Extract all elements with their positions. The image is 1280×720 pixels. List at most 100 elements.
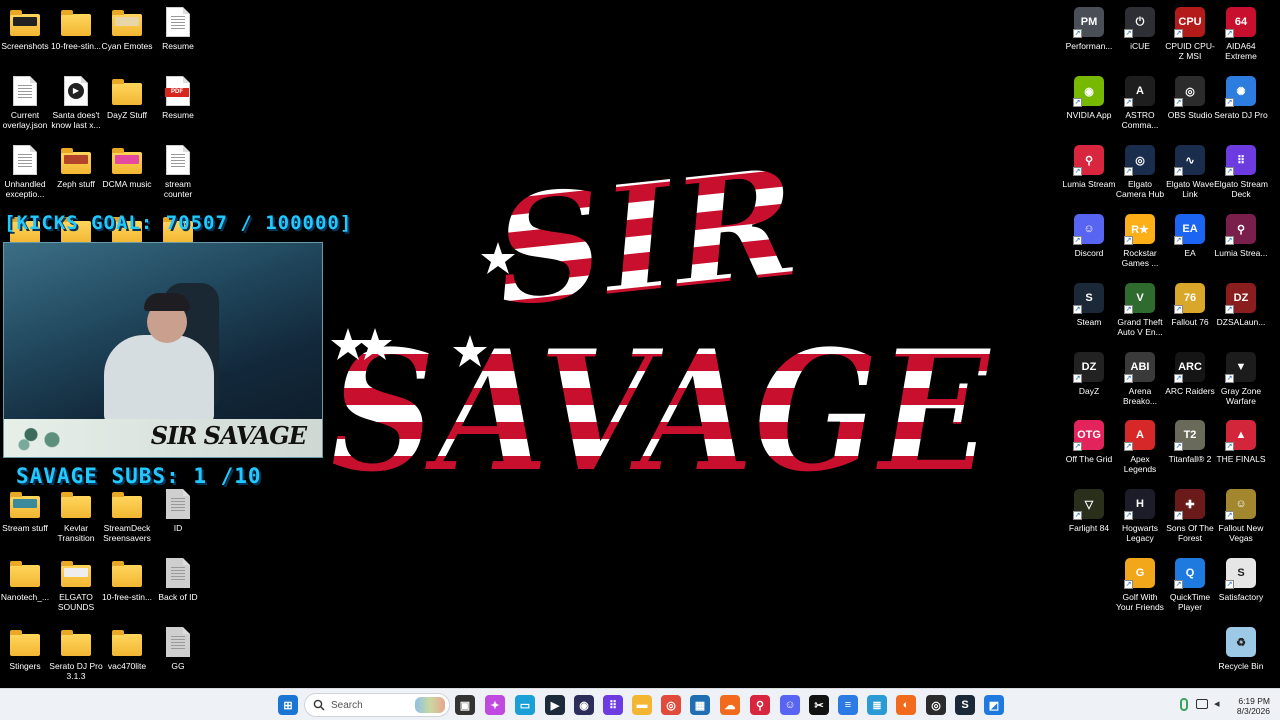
desktop-icon-streamdeck-sreensavers[interactable]: StreamDeck Sreensavers <box>102 488 152 543</box>
desktop-shortcut-arena-breako[interactable]: ABI ↗ Arena Breako... <box>1115 351 1165 406</box>
desktop-shortcut-dzsalaun[interactable]: DZ ↗ DZSALaun... <box>1216 282 1266 327</box>
desktop-icon-vac470lite[interactable]: vac470lite <box>102 626 152 671</box>
chrome-icon[interactable]: ◎ <box>661 695 681 715</box>
desktop-icon-current-overlay-json[interactable]: Current overlay.json <box>0 75 50 130</box>
desktop-icon-gg[interactable]: GG <box>153 626 203 671</box>
desktop-icon-nanotech[interactable]: Nanotech_... <box>0 557 50 602</box>
desktop-shortcut-quicktime-player[interactable]: Q ↗ QuickTime Player <box>1165 557 1215 612</box>
desktop-shortcut-lumia-stream[interactable]: ⚲ ↗ Lumia Stream <box>1063 144 1115 189</box>
desktop-shortcut-elgato-camera-hub[interactable]: ◎ ↗ Elgato Camera Hub <box>1115 144 1165 199</box>
desktop-shortcut-astro-comma[interactable]: A ↗ ASTRO Comma... <box>1115 75 1165 130</box>
desktop-shortcut-label: Elgato Wave Link <box>1166 179 1214 199</box>
desktop-icon-id[interactable]: ID <box>153 488 203 533</box>
image-file-icon <box>162 626 194 658</box>
media-player-icon[interactable]: ▶ <box>545 695 565 715</box>
desktop-icon-stream-counter[interactable]: stream counter <box>153 144 203 199</box>
desktop-shortcut-cpuid-cpu-z-msi[interactable]: CPU ↗ CPUID CPU-Z MSI <box>1165 6 1215 61</box>
desktop-shortcut-label: Sons Of The Forest <box>1166 523 1214 543</box>
desktop-shortcut-arc-raiders[interactable]: ARC ↗ ARC Raiders <box>1165 351 1215 396</box>
desktop-shortcut-elgato-stream-deck[interactable]: ⠿ ↗ Elgato Stream Deck <box>1214 144 1268 199</box>
desktop-shortcut-aida64-extreme[interactable]: 64 ↗ AIDA64 Extreme <box>1216 6 1266 61</box>
desktop-shortcut-obs-studio[interactable]: ◎ ↗ OBS Studio <box>1165 75 1215 120</box>
lumia-icon[interactable]: ⚲ <box>750 695 770 715</box>
audio-icon[interactable]: ◐ <box>896 695 916 715</box>
desktop-shortcut-the-finals[interactable]: ▲ ↗ THE FINALS <box>1216 419 1266 464</box>
desktop-icon-serato-dj-pro-3-1-3[interactable]: Serato DJ Pro 3.1.3 <box>49 626 103 681</box>
desktop-icon-back-of-id[interactable]: Back of ID <box>153 557 203 602</box>
desktop-shortcut-performan[interactable]: PM ↗ Performan... <box>1064 6 1114 51</box>
copilot-icon[interactable]: ✦ <box>485 695 505 715</box>
desktop-shortcut-gray-zone-warfare[interactable]: ▼ ↗ Gray Zone Warfare <box>1216 351 1266 406</box>
tray-network-icon[interactable] <box>1196 699 1208 709</box>
desktop-shortcut-farlight-84[interactable]: ▽ ↗ Farlight 84 <box>1064 488 1114 533</box>
desktop-app-icon[interactable]: ▦ <box>690 695 710 715</box>
capture-icon[interactable]: ◉ <box>574 695 594 715</box>
desktop-icon-elgato-sounds[interactable]: ELGATO SOUNDS <box>51 557 101 612</box>
desktop-shortcut-satisfactory[interactable]: S ↗ Satisfactory <box>1216 557 1266 602</box>
notepad-icon[interactable]: ≣ <box>867 695 887 715</box>
shortcut-arrow-icon: ↗ <box>1225 29 1234 38</box>
desktop-shortcut-hogwarts-legacy[interactable]: H ↗ Hogwarts Legacy <box>1115 488 1165 543</box>
desktop-shortcut-dayz[interactable]: DZ ↗ DayZ <box>1064 351 1114 396</box>
stream-deck-icon[interactable]: ⠿ <box>603 695 623 715</box>
desktop-icon-10-free-stin[interactable]: 10-free-stin... <box>102 557 152 602</box>
soundcloud-icon[interactable]: ☁ <box>720 695 740 715</box>
desktop-shortcut-sons-of-the-forest[interactable]: ✚ ↗ Sons Of The Forest <box>1165 488 1215 543</box>
banner-tree-art <box>10 421 80 455</box>
desktop-icon-screenshots[interactable]: Screenshots <box>0 6 50 51</box>
desktop-icon-stingers[interactable]: Stingers <box>0 626 50 671</box>
desktop-icon-stream-stuff[interactable]: Stream stuff <box>0 488 50 533</box>
document-file-icon <box>9 144 41 176</box>
desktop-shortcut-golf-with-your-friends[interactable]: G ↗ Golf With Your Friends <box>1115 557 1165 612</box>
photos-icon[interactable]: ◩ <box>984 695 1004 715</box>
desktop-shortcut-fallout-76[interactable]: 76 ↗ Fallout 76 <box>1165 282 1215 327</box>
desktop-shortcut-label: OBS Studio <box>1167 110 1213 120</box>
folder-icon <box>111 144 143 176</box>
shortcut-arrow-icon: ↗ <box>1225 98 1234 107</box>
desktop-icon-zeph-stuff[interactable]: Zeph stuff <box>51 144 101 189</box>
document-file-icon <box>162 144 194 176</box>
desktop-icon-resume[interactable]: PDF Resume <box>153 75 203 120</box>
desktop-icon-10-free-stin[interactable]: 10-free-stin... <box>51 6 101 51</box>
desktop-icon-dayz-stuff[interactable]: DayZ Stuff <box>102 75 152 120</box>
obs-icon[interactable]: ◎ <box>926 695 946 715</box>
desktop-shortcut-discord[interactable]: ☺ ↗ Discord <box>1064 213 1114 258</box>
monitor-icon[interactable]: ▭ <box>515 695 535 715</box>
desktop-icon-label: DayZ Stuff <box>107 110 147 120</box>
desktop-shortcut-elgato-wave-link[interactable]: ∿ ↗ Elgato Wave Link <box>1165 144 1215 199</box>
desktop-shortcut-off-the-grid[interactable]: OTG ↗ Off The Grid <box>1064 419 1114 464</box>
desktop-shortcut-titanfall-2[interactable]: T2 ↗ Titanfall® 2 <box>1165 419 1215 464</box>
capcut-icon[interactable]: ✂ <box>809 695 829 715</box>
tray-clock-time[interactable]: 6:19 PM <box>1210 696 1270 706</box>
mixer-icon[interactable]: ≡ <box>838 695 858 715</box>
desktop-shortcut-steam[interactable]: S ↗ Steam <box>1064 282 1114 327</box>
desktop-shortcut-rockstar-games[interactable]: R★ ↗ Rockstar Games ... <box>1115 213 1165 268</box>
shortcut-arrow-icon: ↗ <box>1174 236 1183 245</box>
desktop-icon-resume[interactable]: Resume <box>153 6 203 51</box>
desktop-shortcut-fallout-new-vegas[interactable]: ☺ ↗ Fallout New Vegas <box>1216 488 1266 543</box>
folder-icon <box>60 6 92 38</box>
desktop-shortcut-recycle-bin[interactable]: ♻ Recycle Bin <box>1216 626 1266 671</box>
desktop-shortcut-serato-dj-pro[interactable]: ✺ ↗ Serato DJ Pro <box>1214 75 1268 120</box>
tray-clock-date[interactable]: 8/3/2026 <box>1210 706 1270 716</box>
start-button[interactable]: ⊞ <box>278 695 298 715</box>
taskbar-search[interactable] <box>304 693 450 717</box>
steam-icon[interactable]: S <box>955 695 975 715</box>
task-view-icon[interactable]: ▣ <box>455 695 475 715</box>
desktop-shortcut-icue[interactable]: ⏻ ↗ iCUE <box>1115 6 1165 51</box>
desktop-icon-santa-does-t-know-last-x[interactable]: ▶ Santa does't know last x... <box>51 75 101 130</box>
desktop-shortcut-nvidia-app[interactable]: ◉ ↗ NVIDIA App <box>1064 75 1114 120</box>
desktop-shortcut-apex-legends[interactable]: A ↗ Apex Legends <box>1115 419 1165 474</box>
search-input[interactable] <box>331 698 411 713</box>
shortcut-arrow-icon: ↗ <box>1174 98 1183 107</box>
discord-icon[interactable]: ☺ <box>780 695 800 715</box>
desktop-shortcut-ea[interactable]: EA ↗ EA <box>1165 213 1215 258</box>
file-explorer-icon[interactable]: ▬ <box>632 695 652 715</box>
desktop-shortcut-grand-theft-auto-v-en[interactable]: V ↗ Grand Theft Auto V En... <box>1115 282 1165 337</box>
desktop-icon-cyan-emotes[interactable]: Cyan Emotes <box>101 6 153 51</box>
desktop-icon-dcma-music[interactable]: DCMA music <box>102 144 152 189</box>
tray-mic-icon[interactable] <box>1180 698 1188 711</box>
desktop-shortcut-lumia-strea[interactable]: ⚲ ↗ Lumia Strea... <box>1215 213 1267 258</box>
desktop-icon-unhandled-exceptio[interactable]: Unhandled exceptio... <box>0 144 50 199</box>
desktop-icon-kevlar-transition[interactable]: Kevlar Transition <box>51 488 101 543</box>
